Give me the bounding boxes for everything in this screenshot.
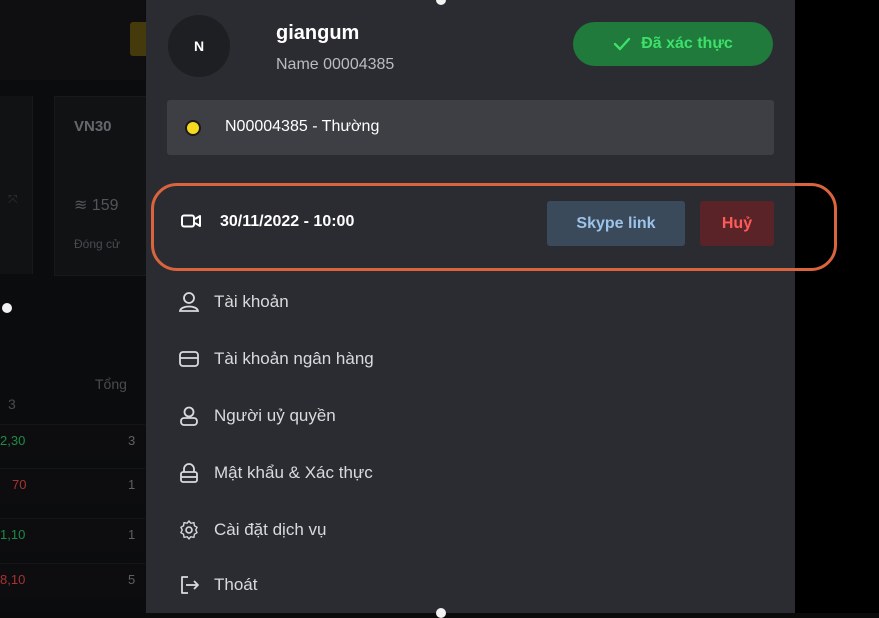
verified-label: Đã xác thực <box>641 35 733 52</box>
menu-item-bank-account[interactable]: Tài khoản ngân hàng <box>178 342 778 376</box>
skype-link-button[interactable]: Skype link <box>547 201 685 246</box>
right-edge <box>795 0 879 613</box>
menu-item-account[interactable]: Tài khoản <box>178 285 778 319</box>
username: giangum <box>276 22 360 44</box>
delegate-icon <box>178 405 200 427</box>
menu-item-label: Người uỷ quyền <box>214 406 336 425</box>
account-selector[interactable]: N00004385 - Thường <box>167 100 774 155</box>
video-camera-icon <box>181 214 201 228</box>
full-name: Name 00004385 <box>276 56 395 73</box>
menu-item-service-settings[interactable]: Cài đặt dịch vụ <box>178 513 778 547</box>
menu-item-label: Tài khoản <box>214 292 289 311</box>
verified-badge: Đã xác thực <box>573 22 773 66</box>
user-icon <box>178 291 200 313</box>
cancel-appointment-button[interactable]: Huỷ <box>700 201 774 246</box>
lock-icon <box>178 462 200 484</box>
menu-item-label: Thoát <box>214 575 258 594</box>
resize-handle <box>2 303 12 313</box>
menu-item-logout[interactable]: Thoát <box>178 568 778 602</box>
gear-icon <box>178 519 200 541</box>
account-label: N00004385 - Thường <box>225 118 380 135</box>
credit-card-icon <box>178 348 200 370</box>
menu-item-label: Tài khoản ngân hàng <box>214 349 374 368</box>
logout-icon <box>178 574 200 596</box>
avatar[interactable]: N <box>168 15 230 77</box>
menu-item-password-auth[interactable]: Mật khẩu & Xác thực <box>178 456 778 490</box>
menu-item-label: Cài đặt dịch vụ <box>214 520 327 539</box>
bottom-knob <box>436 608 446 618</box>
account-status-dot <box>187 122 199 134</box>
menu-item-label: Mật khẩu & Xác thực <box>214 463 373 482</box>
appointment-datetime: 30/11/2022 - 10:00 <box>220 213 355 230</box>
menu-item-delegate[interactable]: Người uỷ quyền <box>178 399 778 433</box>
check-icon <box>613 37 631 51</box>
